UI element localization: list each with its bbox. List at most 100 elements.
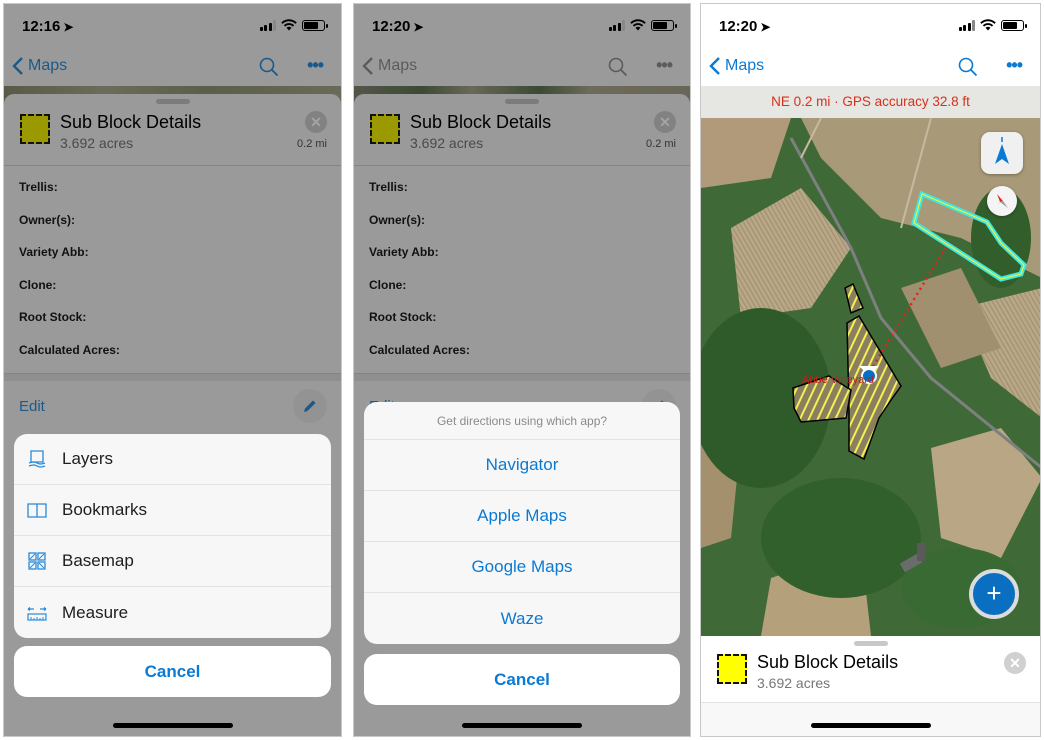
menu-item-layers[interactable]: Layers [14, 434, 331, 485]
close-icon[interactable]: ✕ [654, 111, 676, 133]
cancel-button[interactable]: Cancel [14, 646, 331, 697]
details-sheet: Sub Block Details 3.692 acres ✕ [701, 636, 1040, 736]
field-label: Clone: [19, 277, 57, 292]
divider [4, 373, 341, 381]
edit-button[interactable] [293, 389, 327, 423]
status-bar: 12:16 ➤ [4, 4, 341, 48]
back-label: Maps [28, 57, 68, 74]
menu-item-navigator[interactable]: Navigator [364, 440, 680, 491]
back-label: Maps [725, 57, 765, 74]
field-label: Trellis: [19, 180, 58, 194]
battery-icon [1001, 19, 1027, 31]
back-button[interactable]: Maps [12, 56, 67, 76]
chevron-left-icon [12, 57, 23, 75]
sheet-title: Sub Block Details [757, 652, 899, 672]
navigation-mode-button[interactable] [981, 132, 1023, 174]
more-options-icon[interactable]: ••• [656, 56, 673, 74]
field-label: Variety Abb: [19, 245, 89, 259]
more-options-icon[interactable]: ••• [307, 56, 324, 74]
more-options-icon[interactable]: ••• [1006, 56, 1023, 74]
details-sheet: Sub Block Details 3.692 acres ✕ 0.2 mi T… [4, 94, 341, 736]
wifi-icon [630, 19, 646, 31]
field-label: Root Stock: [19, 310, 87, 324]
feature-symbol-swatch [370, 114, 400, 144]
nav-bar: Maps ••• [701, 48, 1040, 86]
gps-direction-banner: NE 0.2 mi · GPS accuracy 32.8 ft [701, 86, 1040, 118]
menu-item-bookmarks[interactable]: Bookmarks [14, 485, 331, 536]
sheet-grabber[interactable] [853, 641, 888, 646]
search-icon[interactable] [958, 57, 978, 77]
basemap-icon [28, 552, 46, 570]
back-button[interactable]: Maps [362, 56, 417, 76]
divider [354, 373, 690, 381]
cellular-signal-icon [608, 19, 625, 31]
menu-item-basemap[interactable]: Basemap [14, 536, 331, 587]
attribute-list: Trellis: Owner(s): Variety Abb: Clone: R… [369, 180, 470, 375]
field-label: Owner(s): [19, 212, 76, 227]
cancel-button[interactable]: Cancel [364, 654, 680, 705]
sheet-title: Sub Block Details [60, 112, 202, 132]
search-icon[interactable] [608, 57, 628, 77]
compass-icon [997, 194, 1008, 208]
close-icon[interactable]: ✕ [1004, 652, 1026, 674]
field-label: Trellis: [369, 180, 408, 194]
layers-icon [28, 450, 46, 468]
screen-directions-menu: 12:20 ➤ Maps ••• Sub Block Details 3.692 … [353, 3, 691, 737]
back-label: Maps [378, 57, 418, 74]
map-view[interactable]: Abbe Vineyard + [701, 118, 1040, 636]
compass-button[interactable] [987, 186, 1017, 216]
distance-label: 0.2 mi [646, 138, 676, 150]
status-bar: 12:20 ➤ [701, 4, 1040, 48]
add-feature-button[interactable]: + [969, 569, 1019, 619]
wifi-icon [980, 19, 996, 31]
field-label: Root Stock: [369, 310, 437, 324]
menu-item-label: Layers [62, 449, 114, 468]
location-arrow-icon: ➤ [760, 20, 771, 34]
menu-title: Get directions using which app? [364, 402, 680, 440]
menu-item-measure[interactable]: Measure [14, 587, 331, 638]
menu-item-label: Measure [62, 602, 129, 622]
menu-item-label: Basemap [62, 551, 134, 570]
attribute-list: Trellis: Owner(s): Variety Abb: Clone: R… [19, 180, 120, 375]
distance-label: 0.2 mi [297, 138, 327, 150]
sheet-subtitle: 3.692 acres [757, 675, 831, 691]
home-indicator [810, 723, 931, 728]
chevron-left-icon [362, 57, 373, 75]
edit-link[interactable]: Edit [19, 398, 45, 415]
bookmarks-icon [27, 503, 47, 518]
menu-item-apple-maps[interactable]: Apple Maps [364, 491, 680, 542]
home-indicator [462, 723, 582, 728]
field-label: Calculated Acres: [19, 342, 120, 357]
back-button[interactable]: Maps [709, 56, 764, 76]
screen-more-menu: 12:16 ➤ Maps ••• Sub Block Details 3.692 … [3, 3, 342, 737]
feature-symbol-swatch [717, 654, 747, 684]
status-bar: 12:20 ➤ [354, 4, 690, 48]
pencil-icon [304, 400, 316, 412]
measure-icon [27, 606, 47, 621]
close-icon[interactable]: ✕ [305, 111, 327, 133]
sheet-title: Sub Block Details [410, 112, 552, 132]
search-icon[interactable] [259, 57, 279, 77]
location-arrow-icon: ➤ [63, 20, 74, 34]
nav-bar: Maps ••• [4, 48, 341, 86]
location-arrow-icon: ➤ [413, 20, 424, 34]
feature-symbol-swatch [20, 114, 50, 144]
menu-item-google-maps[interactable]: Google Maps [364, 542, 680, 593]
wifi-icon [281, 19, 297, 31]
battery-icon [651, 19, 677, 31]
status-time: 12:20 ➤ [719, 18, 771, 35]
chevron-left-icon [709, 57, 720, 75]
status-time: 12:16 ➤ [22, 18, 74, 35]
cellular-signal-icon [958, 19, 975, 31]
more-actions-menu: Layers Bookmarks Basemap Measure [14, 434, 331, 638]
menu-item-waze[interactable]: Waze [364, 593, 680, 644]
home-indicator [112, 723, 233, 728]
cellular-signal-icon [259, 19, 276, 31]
screen-map-navigation: 12:20 ➤ Maps ••• NE 0.2 mi · GPS accuracy… [700, 3, 1041, 737]
sheet-subtitle: 3.692 acres [60, 135, 134, 151]
status-time: 12:20 ➤ [372, 18, 424, 35]
map-feature-label: Abbe Vineyard [802, 374, 874, 386]
navigation-arrow-icon [995, 137, 1009, 164]
field-label: Calculated Acres: [369, 342, 470, 357]
field-label: Owner(s): [369, 212, 426, 227]
